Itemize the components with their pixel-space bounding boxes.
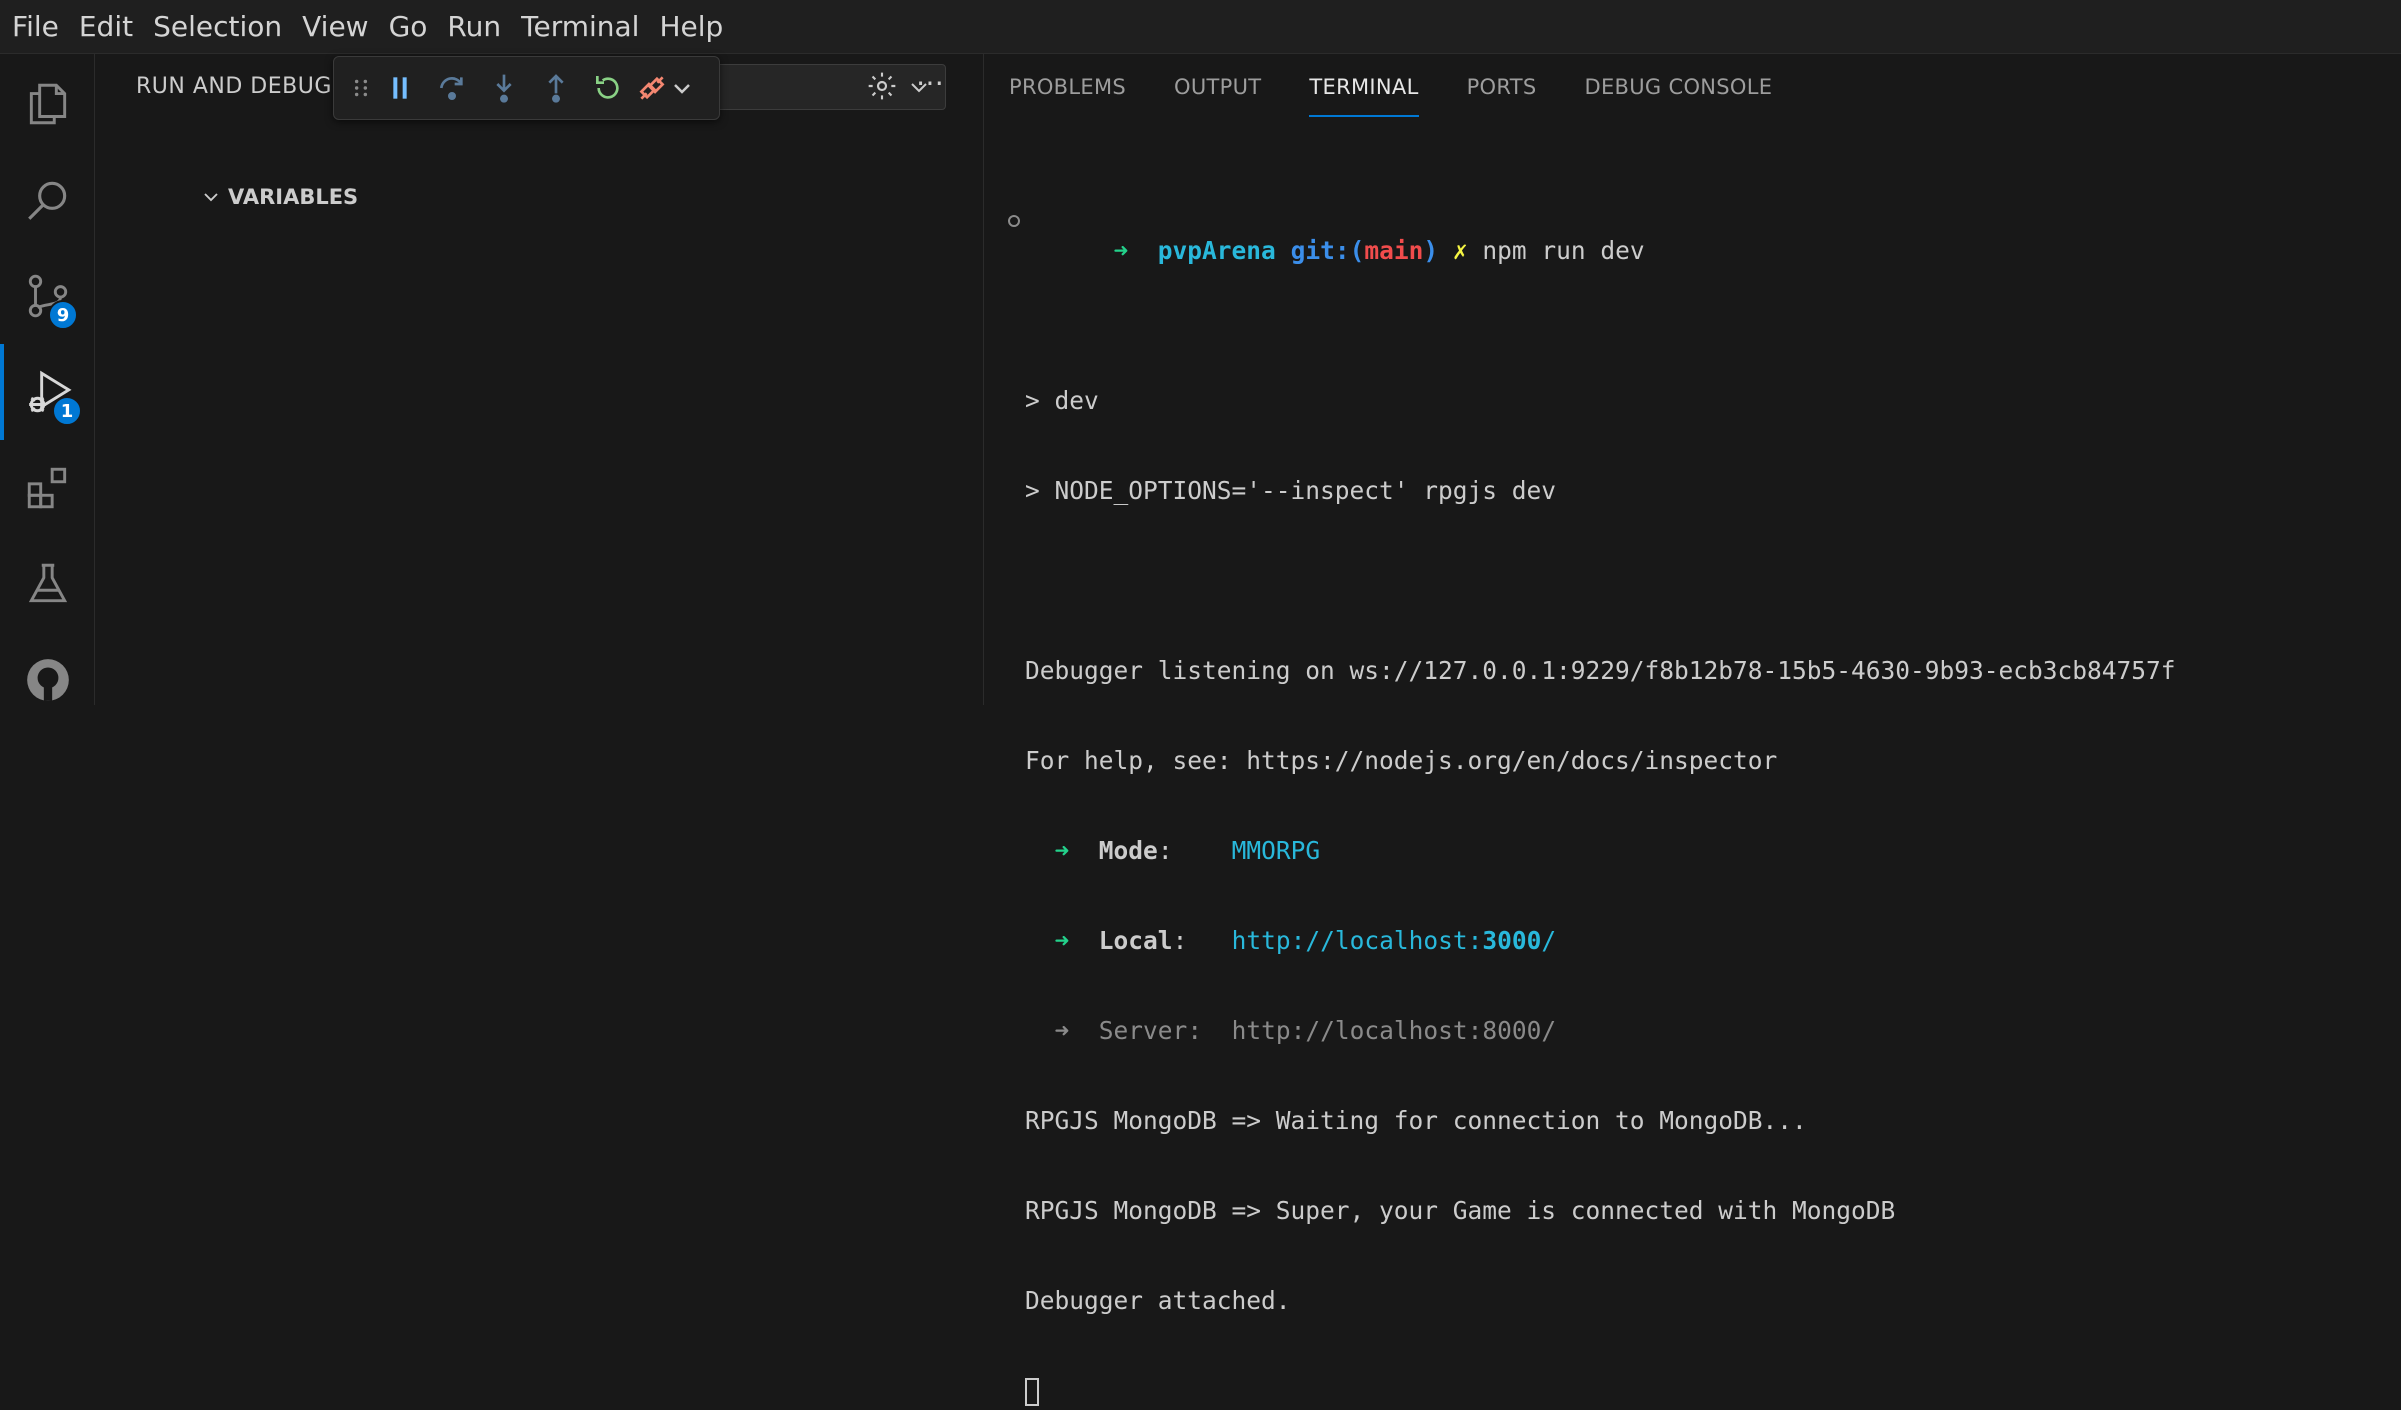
search-button[interactable] [0,152,95,248]
run-debug-button[interactable]: 1 [0,344,95,440]
files-icon [29,83,66,125]
disconnect-dropdown[interactable] [670,62,694,114]
step-into-button[interactable] [478,62,530,114]
terminal-line: > NODE_OPTIONS='--inspect' rpgjs dev [1025,476,1557,505]
terminal-local-line: ➜ Local: http://localhost:3000/ [1054,926,1557,955]
scm-badge: 9 [48,300,78,330]
menu-terminal[interactable]: Terminal [511,0,649,54]
prompt-dir: pvpArena [1157,236,1276,265]
prompt-arrow: ➜ [1113,236,1129,265]
extensions-button[interactable] [0,440,95,536]
chevron-down-icon [674,84,690,94]
extensions-icon [27,467,66,509]
sidebar-title: RUN AND DEBUG [136,74,332,99]
server-label: Server [1098,1016,1188,1045]
menu-go[interactable]: Go [379,0,438,54]
gripper-icon [354,79,368,97]
prompt-git-close: ) [1423,236,1439,265]
more-actions-icon[interactable]: ⋯ [916,66,944,99]
github-button[interactable] [0,632,95,728]
server-url[interactable]: http://localhost:8000/ [1232,1016,1557,1045]
local-url-suffix[interactable]: / [1541,926,1556,955]
tab-problems[interactable]: PROBLEMS [985,54,1150,120]
menu-edit[interactable]: Edit [69,0,143,54]
prompt-branch: main [1364,236,1424,265]
menu-file[interactable]: File [2,0,69,54]
step-into-icon [496,74,512,103]
mode-value: MMORPG [1231,836,1321,865]
search-icon [27,181,66,220]
menu-run[interactable]: Run [437,0,511,54]
chevron-down-icon [204,193,218,202]
arrow-glyph: ➜ [1054,926,1070,955]
terminal-prompt-line: ➜ pvpArena git:(main) ✗ npm run dev [1008,206,2385,265]
terminal-mode-line: ➜ Mode: MMORPG [1054,836,1321,865]
beaker-icon [28,563,67,603]
debug-badge: 1 [52,396,82,426]
step-out-button[interactable] [530,62,582,114]
tab-terminal[interactable]: TERMINAL [1285,54,1442,120]
terminal-line: Debugger attached. [1025,1286,1291,1315]
debug-config-select[interactable] [716,64,946,110]
menu-selection[interactable]: Selection [143,0,292,54]
terminal-cursor [1025,1378,1039,1406]
arrow-glyph: ➜ [1054,1016,1070,1045]
local-url-prefix[interactable]: http://localhost: [1232,926,1483,955]
menu-bar: File Edit Selection View Go Run Terminal… [0,0,2401,54]
terminal-output[interactable]: ➜ pvpArena git:(main) ✗ npm run dev > de… [1008,146,2385,1410]
prompt-git: git:( [1290,236,1365,265]
mode-label: Mode [1098,836,1158,865]
prompt-dirty: ✗ [1452,236,1468,265]
sidebar: RUN AND DEBUG ⋯ VARIABLES [96,54,984,705]
command-decoration-icon [1008,215,1020,227]
explorer-button[interactable] [0,56,95,152]
variables-section-header[interactable]: VARIABLES [202,185,358,209]
menu-view[interactable]: View [292,0,378,54]
terminal-server-line: ➜ Server: http://localhost:8000/ [1054,1016,1557,1045]
terminal-line: > dev [1025,386,1099,415]
testing-button[interactable] [0,536,95,632]
variables-label: VARIABLES [228,185,359,209]
gear-icon[interactable] [866,70,898,102]
activity-bar: 9 1 [0,54,95,705]
debug-toolbar [333,56,720,120]
tab-ports[interactable]: PORTS [1443,54,1561,120]
pause-icon [393,77,407,99]
terminal-line: RPGJS MongoDB => Super, your Game is con… [1025,1196,1896,1225]
local-label: Local [1098,926,1173,955]
step-over-button[interactable] [426,62,478,114]
source-control-button[interactable]: 9 [0,248,95,344]
drag-handle[interactable] [348,62,374,114]
menu-help[interactable]: Help [649,0,733,54]
prompt-command: npm run dev [1482,236,1645,265]
terminal-line: For help, see: https://nodejs.org/en/doc… [1025,746,1778,775]
bottom-panel: PROBLEMS OUTPUT TERMINAL PORTS DEBUG CON… [985,54,2401,1406]
disconnect-button[interactable] [634,62,670,114]
restart-button[interactable] [582,62,634,114]
step-over-icon [440,77,463,100]
terminal-line: RPGJS MongoDB => Waiting for connection … [1025,1106,1807,1135]
github-icon [26,659,69,701]
tab-debug-console[interactable]: DEBUG CONSOLE [1561,54,1797,120]
tab-output[interactable]: OUTPUT [1150,54,1285,120]
restart-icon [596,76,619,99]
pause-button[interactable] [374,62,426,114]
disconnect-icon [639,76,665,100]
terminal-line: Debugger listening on ws://127.0.0.1:922… [1025,656,2176,685]
arrow-glyph: ➜ [1054,836,1070,865]
panel-tabs: PROBLEMS OUTPUT TERMINAL PORTS DEBUG CON… [985,54,1796,120]
step-out-icon [548,74,564,103]
local-url-port[interactable]: 3000 [1482,926,1541,955]
